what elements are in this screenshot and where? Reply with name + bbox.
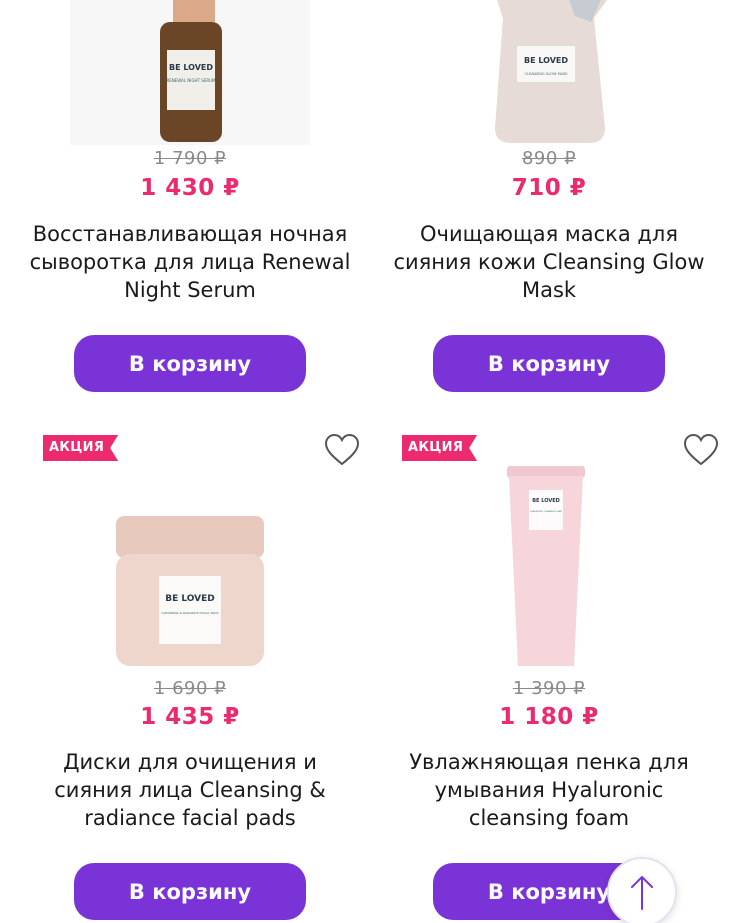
product-image[interactable]: BE LOVED RENEWAL NIGHT SERUM	[10, 0, 370, 145]
old-price: 890 ₽	[521, 148, 577, 169]
sale-price: 1 435 ₽	[140, 704, 240, 730]
image-caption: CLEANSING & RADIANCE FACIAL PADS	[161, 611, 218, 615]
sale-price: 1 180 ₽	[499, 704, 599, 730]
product-title[interactable]: Увлажняющая пенка для умывания Hyaluroni…	[387, 748, 711, 832]
add-to-cart-button[interactable]: В корзину	[433, 335, 665, 392]
add-to-cart-button[interactable]: В корзину	[74, 863, 306, 920]
product-image[interactable]: BE LOVED CLEANSING GLOW MASK	[369, 0, 729, 145]
old-price: 1 790 ₽	[153, 148, 227, 169]
heart-icon[interactable]	[324, 433, 360, 467]
product-image[interactable]: BE LOVED CLEANSING & RADIANCE FACIAL PAD…	[10, 430, 370, 675]
product-image[interactable]: BE LOVED HYALURONIC CLEANSING FOAM	[369, 430, 729, 675]
image-brand: BE LOVED	[524, 56, 568, 65]
product-title[interactable]: Очищающая маска для сияния кожи Cleansin…	[387, 220, 711, 304]
sale-price: 1 430 ₽	[140, 175, 240, 201]
image-caption: CLEANSING GLOW MASK	[524, 72, 568, 76]
image-caption: HYALURONIC CLEANSING FOAM	[530, 510, 562, 513]
heart-icon[interactable]	[683, 433, 719, 467]
image-caption: RENEWAL NIGHT SERUM	[166, 78, 216, 83]
image-brand: BE LOVED	[165, 594, 215, 604]
image-brand: BE LOVED	[169, 63, 213, 72]
scroll-to-top-button[interactable]	[607, 857, 677, 923]
product-title[interactable]: Восстанавливающая ночная сыворотка для л…	[28, 220, 352, 304]
product-title[interactable]: Диски для очищения и сияния лица Cleansi…	[28, 748, 352, 832]
promo-badge: АКЦИЯ	[402, 435, 477, 461]
arrow-up-icon	[631, 876, 653, 910]
promo-badge: АКЦИЯ	[43, 435, 118, 461]
old-price: 1 390 ₽	[512, 678, 586, 699]
image-brand: BE LOVED	[532, 498, 560, 504]
old-price: 1 690 ₽	[153, 678, 227, 699]
add-to-cart-button[interactable]: В корзину	[74, 335, 306, 392]
sale-price: 710 ₽	[511, 175, 587, 201]
